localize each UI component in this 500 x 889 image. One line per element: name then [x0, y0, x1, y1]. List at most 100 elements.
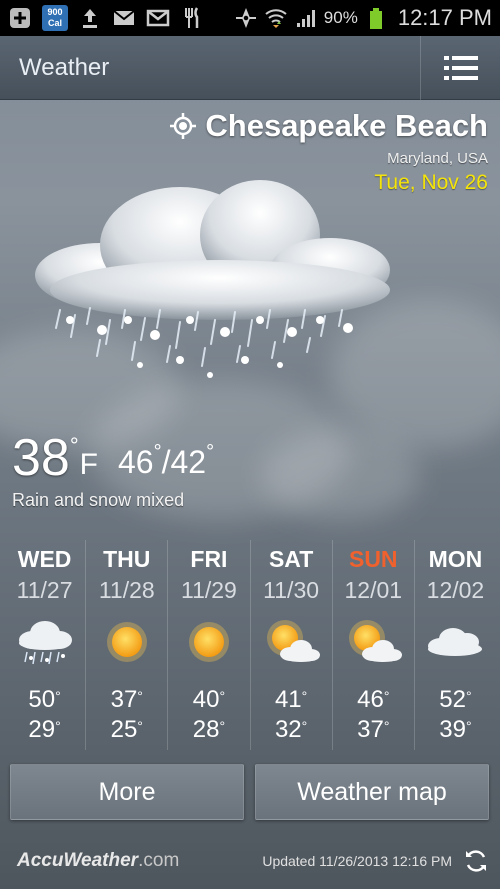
- forecast-low: 29 °: [28, 716, 60, 744]
- high-low-separator: /: [161, 444, 171, 480]
- forecast-strip: WED 11/27 50 ° 29 ° THU 11/28 37 ° 25 ° FRI …: [4, 540, 496, 750]
- temp-unit: F: [79, 448, 98, 481]
- battery-percent: 90%: [323, 8, 358, 27]
- degree-symbol: °: [219, 718, 226, 734]
- degree-symbol: °: [219, 688, 226, 704]
- forecast-day[interactable]: SUN 12/01 46 ° 37 °: [331, 540, 414, 750]
- region: Maryland, USA: [387, 150, 488, 167]
- forecast-high-value: 50: [28, 686, 56, 713]
- updated-timestamp: Updated 11/26/2013 12:16 PM: [262, 853, 452, 869]
- status-time: 12:17 PM: [397, 5, 492, 30]
- rain-snow-icon: [18, 621, 72, 665]
- sunny-icon: [188, 622, 229, 662]
- more-button[interactable]: More: [10, 764, 244, 820]
- high-low: 46 ° / 42 °: [117, 441, 214, 481]
- forecast-high: 52 °: [439, 686, 471, 714]
- partly-cloudy-icon: [349, 620, 403, 662]
- forecast-day[interactable]: FRI 11/29 40 ° 28 °: [167, 540, 249, 750]
- forecast-low: 37 °: [357, 716, 389, 744]
- locate-icon: [170, 113, 197, 139]
- degree-symbol: °: [137, 718, 143, 734]
- forecast-day-date: 11/30: [263, 577, 320, 603]
- today-low: 42: [170, 444, 207, 480]
- calendar-badge-value: 900: [47, 7, 63, 17]
- wifi-icon: [264, 6, 288, 30]
- forecast-low-value: 29: [28, 716, 56, 743]
- weather-map-button[interactable]: Weather map: [255, 764, 489, 820]
- current-temp: 38: [12, 429, 70, 487]
- forecast-day-name: SUN: [348, 546, 398, 572]
- forecast-day[interactable]: WED 11/27 50 ° 29 °: [4, 540, 85, 750]
- forecast-day-name: MON: [428, 546, 483, 572]
- gps-icon: [234, 6, 258, 30]
- forecast-low: 32 °: [275, 716, 307, 744]
- menu-button[interactable]: [420, 35, 500, 100]
- forecast-high: 50 °: [28, 686, 60, 714]
- upload-icon: [78, 6, 102, 30]
- forecast-day[interactable]: SAT 11/30 41 ° 32 °: [249, 540, 332, 750]
- forecast-low-value: 32: [274, 716, 302, 743]
- degree-symbol: °: [383, 688, 390, 704]
- current-conditions: 38 ° F 46 ° / 42 ° Rain and snow mixed: [12, 430, 214, 511]
- forecast-day-date: 11/28: [98, 577, 155, 603]
- status-bar: 900 Cal 90% 12:17 PM: [0, 0, 500, 36]
- forecast-high-value: 37: [110, 686, 138, 713]
- forecast-high: 46 °: [357, 686, 389, 714]
- list-menu-icon: [443, 55, 478, 80]
- degree-symbol: °: [137, 688, 143, 704]
- forecast-low-value: 25: [110, 716, 138, 743]
- forecast-day-date: 11/29: [181, 577, 237, 603]
- forecast-day-name: FRI: [190, 546, 228, 572]
- forecast-low: 39 °: [439, 716, 471, 744]
- forecast-day[interactable]: THU 11/28 37 ° 25 °: [85, 540, 167, 750]
- degree-symbol: °: [465, 718, 472, 734]
- weather-screen: 900 Cal 90% 12:17 PM Weather Chesapeake …: [0, 0, 500, 889]
- background-cloud: [260, 430, 420, 520]
- degree-symbol: °: [153, 441, 162, 463]
- degree-symbol: °: [383, 718, 390, 734]
- forecast-low: 25 °: [111, 716, 143, 744]
- today-high: 46: [117, 444, 154, 480]
- signal-icon: [294, 6, 318, 30]
- forecast-high: 40 °: [193, 686, 225, 714]
- degree-symbol: °: [55, 688, 61, 704]
- forecast-low-value: 39: [439, 716, 466, 743]
- forecast-high-value: 52: [439, 686, 466, 713]
- forecast-day-name: WED: [17, 546, 72, 572]
- forecast-day-date: 11/27: [16, 577, 73, 603]
- forecast-day-date: 12/01: [344, 577, 403, 603]
- forecast-day-name: THU: [103, 546, 151, 572]
- rain-snow-cloud-icon: [35, 180, 390, 378]
- forecast-low: 28 °: [193, 716, 225, 744]
- mail-icon: [112, 6, 136, 30]
- forecast-day-date: 12/02: [426, 577, 485, 603]
- forecast-low-value: 28: [192, 716, 220, 743]
- forecast-high: 37 °: [111, 686, 143, 714]
- restaurant-icon: [180, 6, 204, 30]
- sunny-icon: [106, 622, 147, 662]
- degree-symbol: °: [301, 718, 308, 734]
- forecast-day-name: SAT: [268, 546, 314, 572]
- forecast-high-value: 41: [274, 686, 302, 713]
- degree-symbol: °: [69, 433, 79, 458]
- degree-symbol: °: [206, 441, 215, 463]
- accuweather-logo[interactable]: AccuWeather.com: [17, 850, 179, 872]
- refresh-button[interactable]: [452, 838, 500, 884]
- forecast-day[interactable]: MON 12/02 52 ° 39 °: [413, 540, 496, 750]
- gmail-icon: [146, 6, 170, 30]
- condition-text: Rain and snow mixed: [12, 490, 185, 510]
- degree-symbol: °: [465, 688, 472, 704]
- cloudy-icon: [428, 628, 483, 656]
- forecast-high: 41 °: [275, 686, 307, 714]
- app-bar: Weather: [0, 35, 500, 100]
- refresh-icon: [466, 850, 486, 872]
- city-name: Chesapeake Beach: [205, 108, 488, 143]
- city-row[interactable]: Chesapeake Beach: [169, 108, 488, 144]
- app-title: Weather: [19, 53, 110, 81]
- footer: AccuWeather.com Updated 11/26/2013 12:16…: [0, 838, 500, 884]
- degree-symbol: °: [301, 688, 308, 704]
- forecast-high-value: 40: [192, 686, 220, 713]
- logo-main: AccuWeather: [17, 850, 139, 871]
- logo-domain: .com: [138, 850, 180, 871]
- degree-symbol: °: [55, 718, 61, 734]
